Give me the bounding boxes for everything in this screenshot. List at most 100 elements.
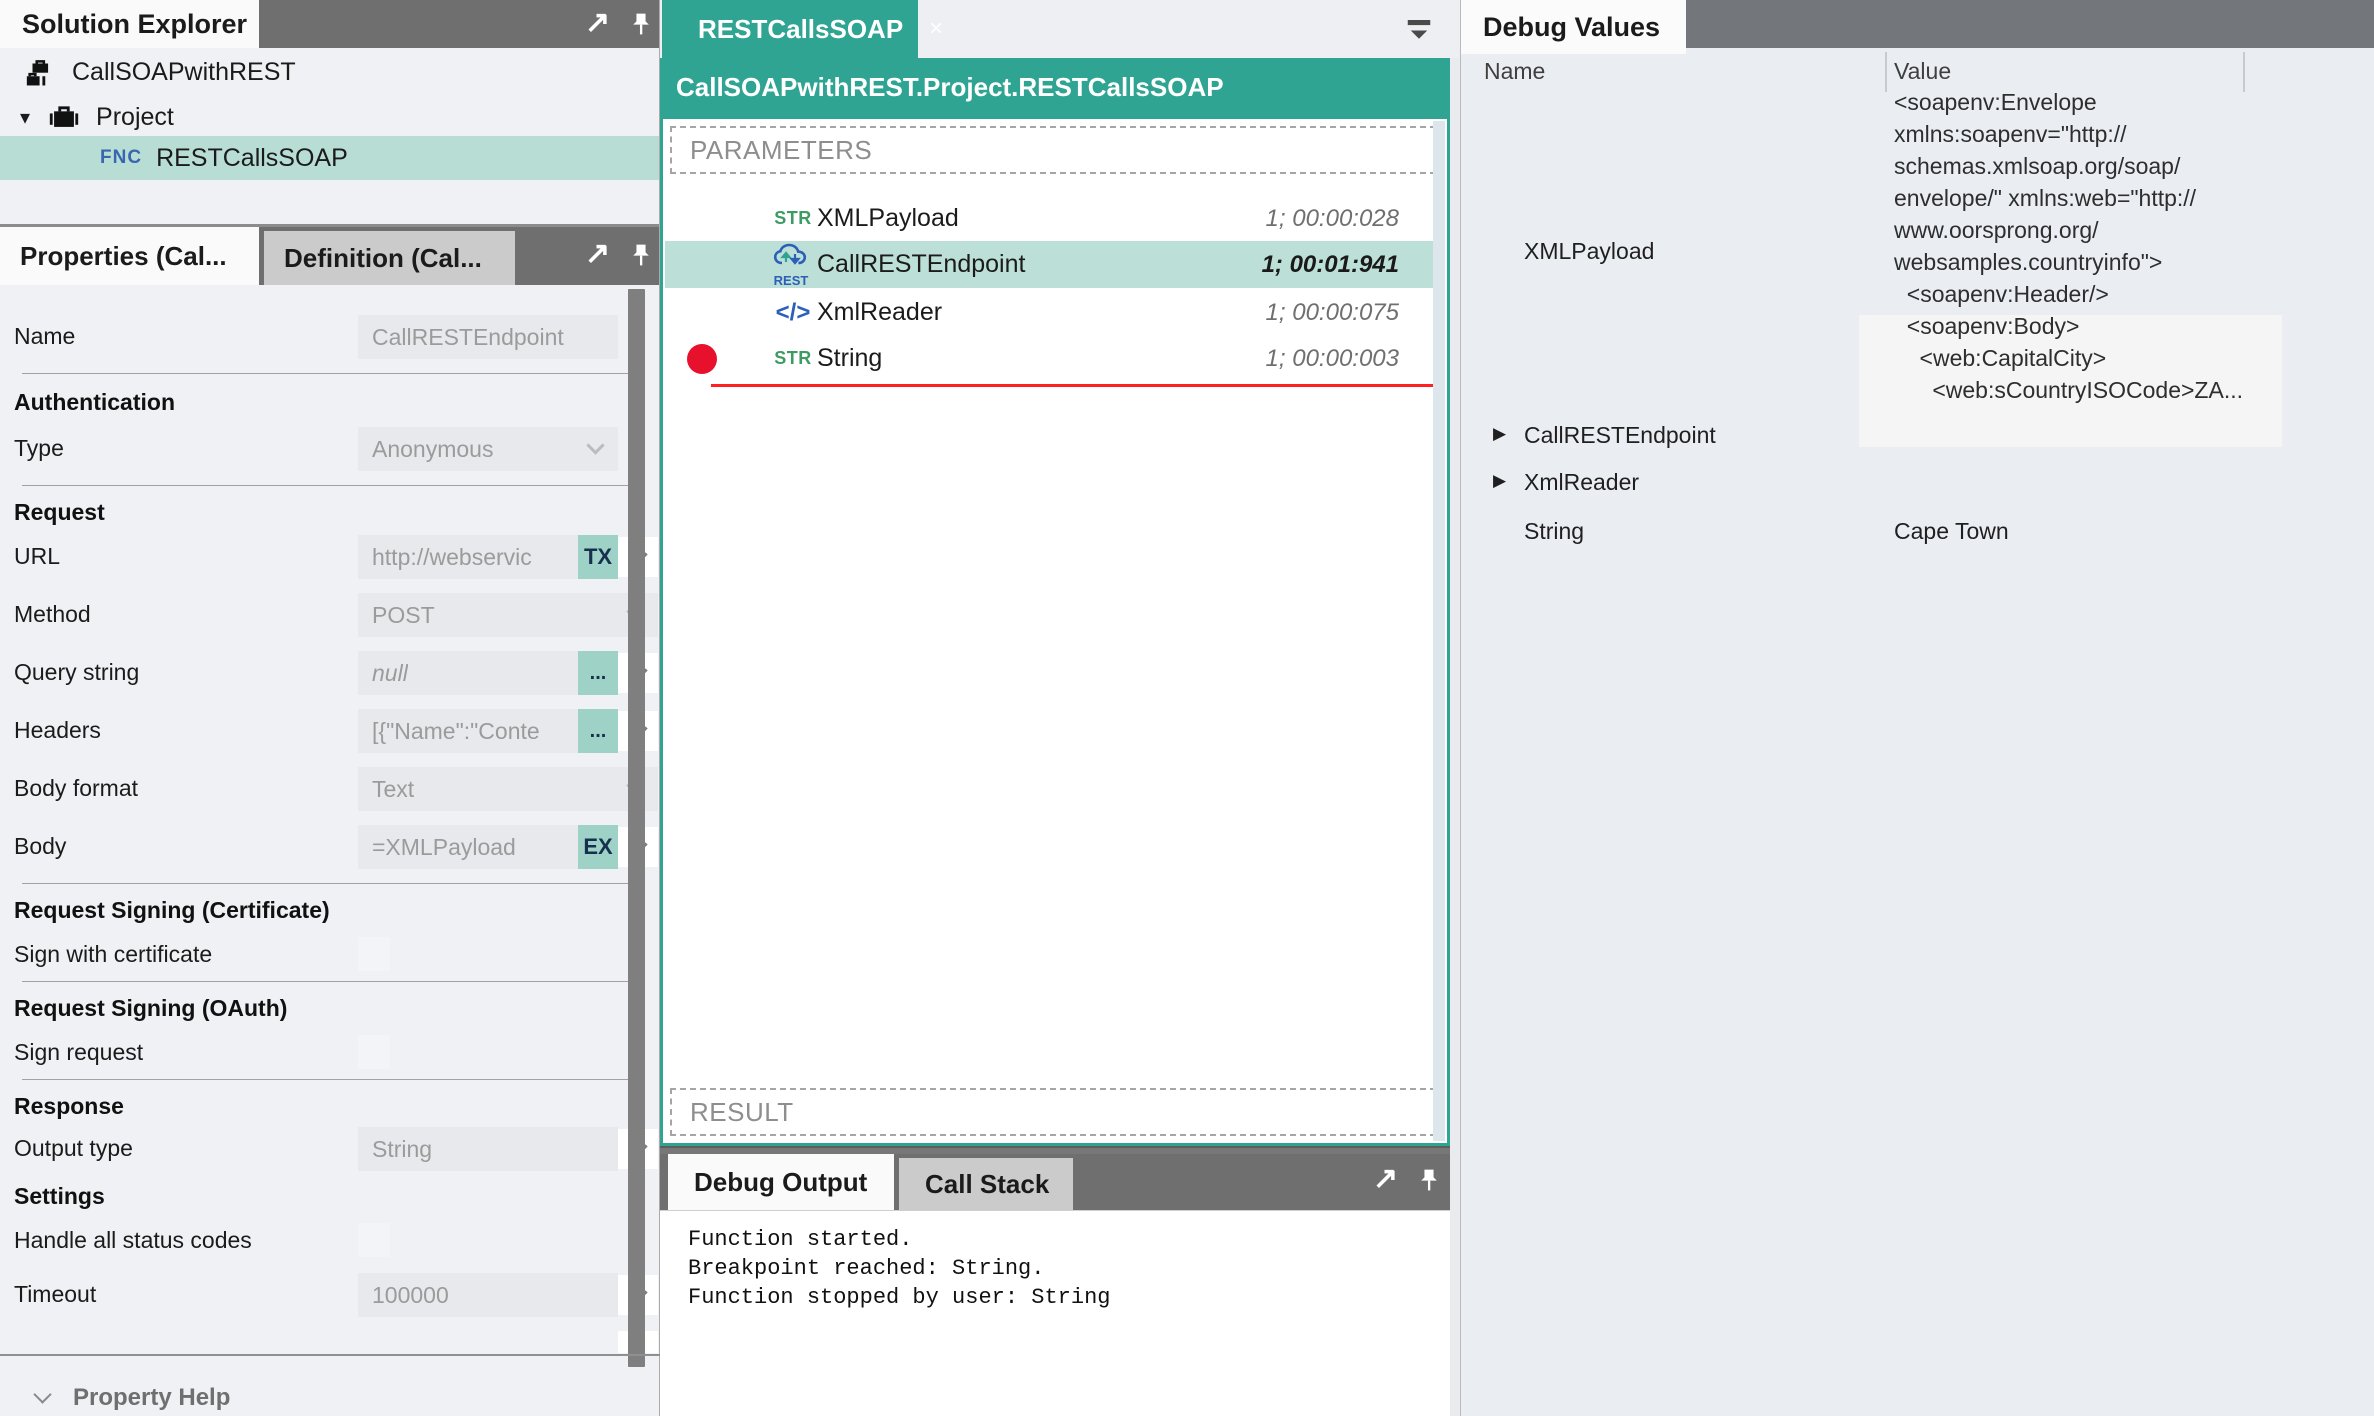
field-label: Name [14,323,76,349]
tree-item-label: CallSOAPwithREST [72,57,296,86]
column-header-value[interactable]: Value [1894,58,1951,85]
type-select[interactable]: Anonymous [358,427,618,471]
step-name: String [817,344,883,372]
field-handle-status-codes: Handle all status codes [0,1219,648,1263]
field-method: Method POST [0,593,658,637]
field-value: Anonymous [372,435,494,462]
debug-value-name-callrestendpoint[interactable]: CallRESTEndpoint [1524,422,1716,449]
ellipsis-editor-button[interactable]: ... [578,651,618,695]
sign-request-checkbox[interactable] [358,1035,390,1069]
tab-call-stack[interactable]: Call Stack [899,1158,1073,1210]
debug-value-name-xmlpayload[interactable]: XMLPayload [1524,238,1654,265]
xml-line: schemas.xmlsoap.org/soap/ [1894,153,2181,179]
result-dropzone[interactable]: RESULT [670,1088,1436,1136]
log-line: Function started. [688,1227,913,1252]
handle-all-status-codes-checkbox[interactable] [358,1223,390,1257]
sign-with-certificate-checkbox[interactable] [358,937,390,971]
app-window: ↗ Solution Explorer CallSOAPwithREST ▾ P… [0,0,2374,1416]
property-help-toggle[interactable]: Property Help [0,1356,660,1412]
field-value: [{"Name":"Conte [372,717,540,744]
debug-values-title-tab[interactable]: Debug Values [1461,0,1686,54]
timeout-input[interactable]: 100000 [358,1273,618,1317]
debug-value-name-string[interactable]: String [1524,518,1584,545]
debug-value-string-value[interactable]: Cape Town [1894,518,2009,545]
tab-definition[interactable]: Definition (Cal... [264,231,515,285]
close-icon[interactable]: × [929,15,943,43]
property-help-label: Property Help [73,1384,231,1411]
tab-restcallssoap[interactable]: RESTCallsSOAP × [662,0,943,58]
string-type-icon: STR [774,348,812,368]
pin-icon[interactable] [628,241,654,269]
float-window-icon[interactable]: ↗ [585,8,610,38]
debug-value-name-xmlreader[interactable]: XmlReader [1524,469,1639,496]
column-separator[interactable] [1885,52,1887,92]
headers-input[interactable]: [{"Name":"Conte [358,709,578,753]
xml-line: www.oorsprong.org/ [1894,217,2099,243]
function-type-badge: FNC [100,147,143,168]
chevron-down-icon [586,436,605,455]
tree-item-project[interactable]: ▾ Project [0,95,659,139]
group-divider [22,373,632,374]
properties-scrollbar-thumb[interactable] [628,289,645,1367]
xmlpayload-value[interactable]: <soapenv:Envelope xmlns:soapenv="http://… [1894,86,2243,406]
editor-tab-strip: RESTCallsSOAP × [660,0,1460,58]
expander-icon[interactable]: ▶ [1493,471,1506,491]
expression-type-badge[interactable]: TX [578,535,618,579]
step-string[interactable]: STR String 1; 00:00:003 [665,335,1433,382]
field-label: Handle all status codes [14,1227,252,1253]
tab-debug-output[interactable]: Debug Output [668,1154,894,1210]
name-input[interactable]: CallRESTEndpoint [358,315,618,359]
ellipsis-editor-button[interactable]: ... [578,709,618,753]
tree-item-function-selected[interactable]: FNC RESTCallsSOAP [0,136,659,180]
expander-icon[interactable]: ▶ [1493,424,1506,444]
field-value: null [372,659,408,686]
canvas-scrollbar-track[interactable] [1433,121,1445,1141]
query-string-input[interactable]: null [358,651,578,695]
properties-panel: ↗ Properties (Cal... Definition (Cal... … [0,227,660,1416]
tab-label: Properties (Cal... [20,240,227,271]
step-xmlreader[interactable]: </> XmlReader 1; 00:00:075 [665,289,1433,336]
panel-title: Solution Explorer [22,8,248,39]
field-label: Output type [14,1135,133,1161]
pin-icon[interactable] [1416,1166,1442,1194]
step-callrestendpoint-selected[interactable]: REST CallRESTEndpoint 1; 00:01:941 [665,241,1433,288]
breadcrumb-text: CallSOAPwithREST.Project.RESTCallsSOAP [676,71,1224,102]
window-list-icon[interactable] [1404,14,1434,44]
horizontal-splitter[interactable] [660,1146,1450,1154]
field-label: Type [14,435,64,461]
group-header-response: Response [14,1093,124,1119]
float-window-icon[interactable]: ↗ [585,239,610,269]
body-format-select[interactable]: Text [358,767,658,811]
step-xmlpayload[interactable]: STR XMLPayload 1; 00:00:028 [665,195,1433,242]
pin-icon[interactable] [628,10,654,38]
column-header-name[interactable]: Name [1484,58,1545,85]
field-label: Sign request [14,1039,144,1065]
float-window-icon[interactable]: ↗ [1373,1164,1398,1194]
tab-label: Call Stack [925,1168,1050,1199]
column-separator[interactable] [2243,52,2245,92]
solution-explorer-title-tab[interactable]: Solution Explorer [0,0,259,48]
field-timeout: Timeout 100000 [0,1273,658,1317]
tree-item-solution[interactable]: CallSOAPwithREST [0,50,659,94]
xml-line: <web:CapitalCity> [1894,345,2107,371]
debug-values-header-strip [1686,0,2374,48]
method-select[interactable]: POST [358,593,658,637]
parameters-dropzone[interactable]: PARAMETERS [670,126,1436,174]
url-input[interactable]: http://webservic [358,535,578,579]
debug-output-text: Function started. Breakpoint reached: St… [660,1210,1450,1416]
breakpoint-icon[interactable] [687,343,717,374]
step-timing: 1; 00:00:075 [1265,298,1399,326]
tree-item-label: RESTCallsSOAP [156,143,348,172]
panel-title: Debug Values [1483,11,1661,42]
step-timing: 1; 00:00:003 [1265,344,1399,372]
xml-line: <web:sCountryISOCode>ZA... [1894,377,2243,403]
field-value: http://webservic [372,543,532,570]
body-input[interactable]: =XMLPayload [358,825,578,869]
field-value: =XMLPayload [372,833,516,860]
field-value: 100000 [372,1281,449,1308]
tab-properties[interactable]: Properties (Cal... [0,227,259,285]
solution-icon [26,60,49,86]
expand-caret-icon[interactable]: ▾ [20,105,30,130]
expression-type-badge[interactable]: EX [578,825,618,869]
output-type-select[interactable]: String [358,1127,618,1171]
